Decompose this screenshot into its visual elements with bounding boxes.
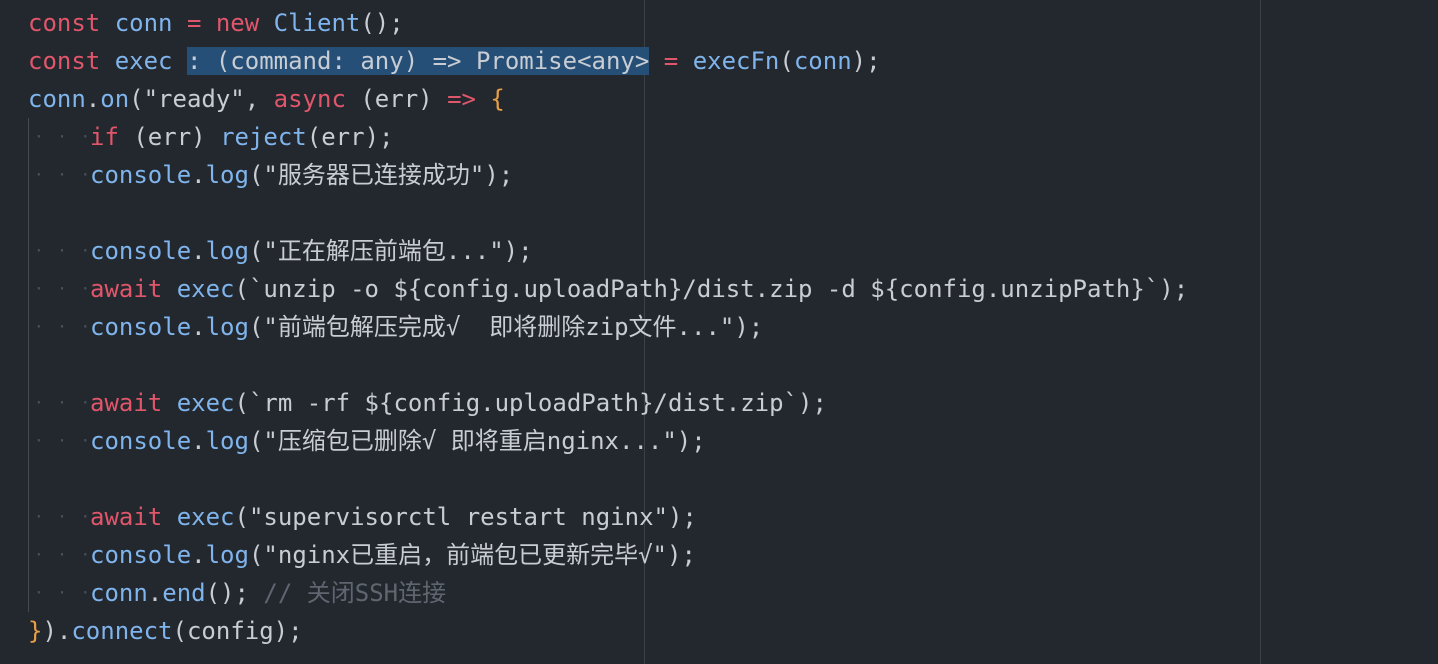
code-token: end — [162, 579, 206, 607]
indent-guide — [28, 270, 92, 308]
code-token: conn — [793, 47, 852, 75]
column-ruler — [1260, 0, 1261, 664]
code-line[interactable]: await exec(`rm -rf ${config.uploadPath}/… — [28, 384, 1188, 422]
code-comment: // 关闭SSH连接 — [263, 579, 447, 607]
code-line[interactable]: console.log("压缩包已删除√ 即将重启nginx..."); — [28, 422, 1188, 460]
indent-guide — [28, 194, 90, 232]
code-token: await — [90, 503, 177, 531]
code-token: console — [90, 313, 192, 341]
code-token: log — [205, 541, 249, 569]
code-token: = — [649, 47, 693, 75]
code-token: (err); — [306, 123, 394, 151]
code-token: log — [205, 427, 249, 455]
indent-guide — [28, 384, 92, 422]
code-token: ("压缩包已删除√ 即将重启nginx..."); — [248, 427, 706, 455]
code-token: conn — [90, 579, 148, 607]
code-token: async — [273, 85, 361, 113]
code-token: ("ready", — [129, 85, 274, 113]
code-line[interactable]: console.log("正在解压前端包..."); — [28, 232, 1188, 270]
code-editor[interactable]: const conn = new Client(); const exec : (… — [0, 0, 1438, 664]
code-line[interactable] — [28, 460, 1188, 498]
code-token: (`rm -rf ${config.uploadPath}/dist.zip`)… — [234, 389, 827, 417]
code-token: console — [90, 427, 192, 455]
code-token: exec — [176, 275, 235, 303]
code-token: ). — [42, 617, 72, 645]
code-line[interactable]: conn.on("ready", async (err) => { — [28, 80, 1188, 118]
code-token: await — [90, 275, 177, 303]
code-token: if — [90, 123, 134, 151]
code-token: (err) — [360, 85, 448, 113]
indent-guide — [28, 460, 90, 498]
indent-guide — [28, 574, 92, 612]
code-token: => — [447, 85, 491, 113]
code-token: connect — [71, 617, 173, 645]
code-token: conn — [28, 85, 86, 113]
indent-guide — [28, 118, 92, 156]
code-token: . — [191, 161, 206, 189]
code-token: (`unzip -o ${config.uploadPath}/dist.zip… — [234, 275, 1189, 303]
code-line[interactable] — [28, 346, 1188, 384]
code-token: ("supervisorctl restart nginx"); — [234, 503, 697, 531]
indent-guide — [28, 156, 92, 194]
code-token: (); — [205, 579, 264, 607]
code-token: } — [28, 617, 43, 645]
code-line[interactable] — [28, 194, 1188, 232]
code-token: . — [191, 237, 206, 265]
code-token: (err) — [133, 123, 221, 151]
code-token: log — [205, 313, 249, 341]
code-line[interactable]: await exec("supervisorctl restart nginx"… — [28, 498, 1188, 536]
code-token: ("前端包解压完成√ 即将删除zip文件..."); — [248, 313, 764, 341]
code-token: . — [85, 85, 101, 113]
code-token: console — [90, 541, 192, 569]
code-token: log — [205, 161, 249, 189]
code-token: ( — [779, 47, 794, 75]
code-line[interactable]: const exec : (command: any) => Promise<a… — [28, 42, 1188, 80]
code-token: new — [215, 9, 274, 37]
indent-guide — [28, 536, 92, 574]
code-token: (); — [360, 9, 404, 37]
code-token: const — [28, 9, 115, 37]
code-token: console — [90, 161, 192, 189]
code-token: on — [100, 85, 130, 113]
indent-guide — [28, 346, 90, 384]
code-line[interactable]: console.log("nginx已重启，前端包已更新完毕√"); — [28, 536, 1188, 574]
code-token: log — [205, 237, 249, 265]
code-token: ("服务器已连接成功"); — [248, 161, 514, 189]
code-area[interactable]: const conn = new Client(); const exec : (… — [28, 4, 1188, 650]
indent-guide — [28, 308, 92, 346]
code-token: . — [191, 313, 206, 341]
code-line[interactable]: await exec(`unzip -o ${config.uploadPath… — [28, 270, 1188, 308]
code-token: console — [90, 237, 192, 265]
code-line[interactable]: }).connect(config); — [28, 612, 1188, 650]
code-token: . — [191, 427, 206, 455]
code-token: . — [147, 579, 163, 607]
code-token: await — [90, 389, 177, 417]
code-token: Client — [273, 9, 361, 37]
code-token: const — [28, 47, 115, 75]
code-token: . — [191, 541, 206, 569]
code-line[interactable]: console.log("前端包解压完成√ 即将删除zip文件..."); — [28, 308, 1188, 346]
code-token: reject — [220, 123, 307, 151]
code-line[interactable]: console.log("服务器已连接成功"); — [28, 156, 1188, 194]
indent-guide — [28, 498, 92, 536]
indent-guide — [28, 422, 92, 460]
code-token: (config); — [172, 617, 303, 645]
code-token: conn — [114, 9, 187, 37]
code-token: { — [490, 85, 505, 113]
code-token: exec — [176, 503, 235, 531]
code-line[interactable]: conn.end(); // 关闭SSH连接 — [28, 574, 1188, 612]
code-token: = — [186, 9, 216, 37]
indent-guide — [28, 232, 92, 270]
code-token: exec — [176, 389, 235, 417]
code-token: ("正在解压前端包..."); — [248, 237, 533, 265]
code-token: ); — [851, 47, 881, 75]
selected-text: : (command: any) => Promise<any> — [186, 47, 650, 75]
code-line[interactable]: if (err) reject(err); — [28, 118, 1188, 156]
code-line[interactable]: const conn = new Client(); — [28, 4, 1188, 42]
code-token: exec — [114, 47, 187, 75]
code-token: execFn — [692, 47, 780, 75]
code-token: ("nginx已重启，前端包已更新完毕√"); — [248, 541, 696, 569]
